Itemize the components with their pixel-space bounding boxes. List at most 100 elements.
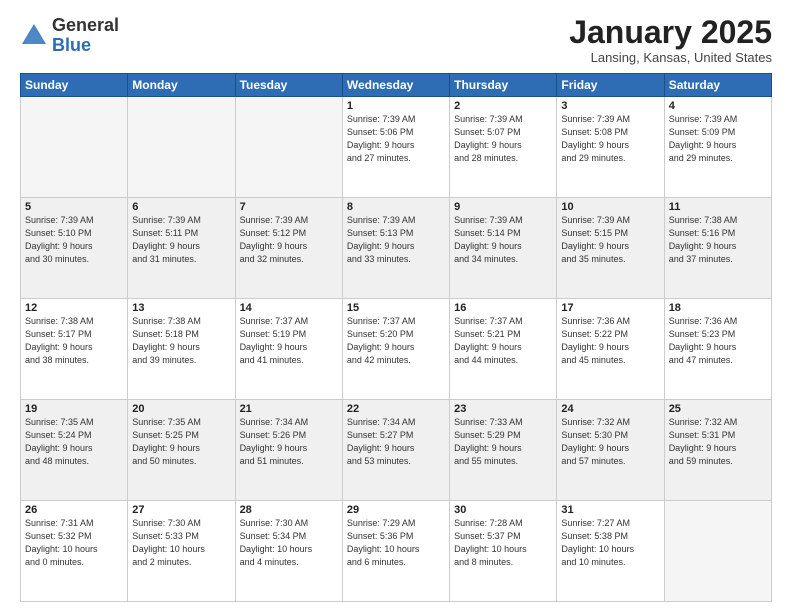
day-info: Sunrise: 7:31 AM Sunset: 5:32 PM Dayligh… <box>25 517 123 569</box>
weekday-header-tuesday: Tuesday <box>235 74 342 97</box>
week-row-1: 1Sunrise: 7:39 AM Sunset: 5:06 PM Daylig… <box>21 97 772 198</box>
day-number: 9 <box>454 201 552 213</box>
day-cell: 8Sunrise: 7:39 AM Sunset: 5:13 PM Daylig… <box>342 198 449 299</box>
day-info: Sunrise: 7:28 AM Sunset: 5:37 PM Dayligh… <box>454 517 552 569</box>
day-number: 14 <box>240 302 338 314</box>
weekday-header-saturday: Saturday <box>664 74 771 97</box>
day-info: Sunrise: 7:39 AM Sunset: 5:14 PM Dayligh… <box>454 214 552 266</box>
day-number: 24 <box>561 403 659 415</box>
day-number: 31 <box>561 504 659 516</box>
month-title: January 2025 <box>569 16 772 48</box>
day-cell <box>235 97 342 198</box>
day-cell <box>128 97 235 198</box>
day-cell: 22Sunrise: 7:34 AM Sunset: 5:27 PM Dayli… <box>342 400 449 501</box>
day-number: 4 <box>669 100 767 112</box>
day-cell: 25Sunrise: 7:32 AM Sunset: 5:31 PM Dayli… <box>664 400 771 501</box>
day-number: 16 <box>454 302 552 314</box>
day-info: Sunrise: 7:37 AM Sunset: 5:21 PM Dayligh… <box>454 315 552 367</box>
day-cell: 29Sunrise: 7:29 AM Sunset: 5:36 PM Dayli… <box>342 501 449 602</box>
location: Lansing, Kansas, United States <box>569 50 772 65</box>
week-row-5: 26Sunrise: 7:31 AM Sunset: 5:32 PM Dayli… <box>21 501 772 602</box>
day-number: 10 <box>561 201 659 213</box>
day-cell: 11Sunrise: 7:38 AM Sunset: 5:16 PM Dayli… <box>664 198 771 299</box>
day-number: 5 <box>25 201 123 213</box>
day-cell: 12Sunrise: 7:38 AM Sunset: 5:17 PM Dayli… <box>21 299 128 400</box>
day-number: 20 <box>132 403 230 415</box>
week-row-4: 19Sunrise: 7:35 AM Sunset: 5:24 PM Dayli… <box>21 400 772 501</box>
day-cell: 1Sunrise: 7:39 AM Sunset: 5:06 PM Daylig… <box>342 97 449 198</box>
day-number: 28 <box>240 504 338 516</box>
day-cell: 6Sunrise: 7:39 AM Sunset: 5:11 PM Daylig… <box>128 198 235 299</box>
week-row-2: 5Sunrise: 7:39 AM Sunset: 5:10 PM Daylig… <box>21 198 772 299</box>
day-info: Sunrise: 7:37 AM Sunset: 5:20 PM Dayligh… <box>347 315 445 367</box>
day-number: 27 <box>132 504 230 516</box>
day-info: Sunrise: 7:39 AM Sunset: 5:06 PM Dayligh… <box>347 113 445 165</box>
day-cell: 28Sunrise: 7:30 AM Sunset: 5:34 PM Dayli… <box>235 501 342 602</box>
day-number: 13 <box>132 302 230 314</box>
day-cell: 20Sunrise: 7:35 AM Sunset: 5:25 PM Dayli… <box>128 400 235 501</box>
weekday-header-thursday: Thursday <box>450 74 557 97</box>
day-cell: 2Sunrise: 7:39 AM Sunset: 5:07 PM Daylig… <box>450 97 557 198</box>
day-number: 25 <box>669 403 767 415</box>
day-cell: 31Sunrise: 7:27 AM Sunset: 5:38 PM Dayli… <box>557 501 664 602</box>
weekday-header-monday: Monday <box>128 74 235 97</box>
day-number: 26 <box>25 504 123 516</box>
day-info: Sunrise: 7:35 AM Sunset: 5:25 PM Dayligh… <box>132 416 230 468</box>
weekday-header-friday: Friday <box>557 74 664 97</box>
day-number: 12 <box>25 302 123 314</box>
day-cell: 21Sunrise: 7:34 AM Sunset: 5:26 PM Dayli… <box>235 400 342 501</box>
day-info: Sunrise: 7:39 AM Sunset: 5:13 PM Dayligh… <box>347 214 445 266</box>
day-cell <box>664 501 771 602</box>
day-number: 11 <box>669 201 767 213</box>
day-cell: 17Sunrise: 7:36 AM Sunset: 5:22 PM Dayli… <box>557 299 664 400</box>
day-info: Sunrise: 7:39 AM Sunset: 5:15 PM Dayligh… <box>561 214 659 266</box>
day-number: 23 <box>454 403 552 415</box>
title-block: January 2025 Lansing, Kansas, United Sta… <box>569 16 772 65</box>
logo-icon <box>20 22 48 50</box>
header: General Blue January 2025 Lansing, Kansa… <box>20 16 772 65</box>
day-info: Sunrise: 7:27 AM Sunset: 5:38 PM Dayligh… <box>561 517 659 569</box>
day-number: 29 <box>347 504 445 516</box>
day-info: Sunrise: 7:38 AM Sunset: 5:16 PM Dayligh… <box>669 214 767 266</box>
logo-text: General Blue <box>52 16 119 56</box>
day-number: 21 <box>240 403 338 415</box>
day-info: Sunrise: 7:36 AM Sunset: 5:22 PM Dayligh… <box>561 315 659 367</box>
day-info: Sunrise: 7:32 AM Sunset: 5:30 PM Dayligh… <box>561 416 659 468</box>
day-cell: 27Sunrise: 7:30 AM Sunset: 5:33 PM Dayli… <box>128 501 235 602</box>
logo: General Blue <box>20 16 119 56</box>
day-cell: 23Sunrise: 7:33 AM Sunset: 5:29 PM Dayli… <box>450 400 557 501</box>
day-number: 30 <box>454 504 552 516</box>
weekday-header-sunday: Sunday <box>21 74 128 97</box>
day-info: Sunrise: 7:34 AM Sunset: 5:27 PM Dayligh… <box>347 416 445 468</box>
day-cell: 15Sunrise: 7:37 AM Sunset: 5:20 PM Dayli… <box>342 299 449 400</box>
day-cell: 14Sunrise: 7:37 AM Sunset: 5:19 PM Dayli… <box>235 299 342 400</box>
day-number: 2 <box>454 100 552 112</box>
day-cell: 19Sunrise: 7:35 AM Sunset: 5:24 PM Dayli… <box>21 400 128 501</box>
day-info: Sunrise: 7:39 AM Sunset: 5:10 PM Dayligh… <box>25 214 123 266</box>
day-info: Sunrise: 7:39 AM Sunset: 5:07 PM Dayligh… <box>454 113 552 165</box>
day-info: Sunrise: 7:39 AM Sunset: 5:09 PM Dayligh… <box>669 113 767 165</box>
day-info: Sunrise: 7:35 AM Sunset: 5:24 PM Dayligh… <box>25 416 123 468</box>
weekday-header-row: SundayMondayTuesdayWednesdayThursdayFrid… <box>21 74 772 97</box>
day-info: Sunrise: 7:38 AM Sunset: 5:18 PM Dayligh… <box>132 315 230 367</box>
day-info: Sunrise: 7:39 AM Sunset: 5:11 PM Dayligh… <box>132 214 230 266</box>
day-number: 1 <box>347 100 445 112</box>
day-cell: 3Sunrise: 7:39 AM Sunset: 5:08 PM Daylig… <box>557 97 664 198</box>
calendar: SundayMondayTuesdayWednesdayThursdayFrid… <box>20 73 772 602</box>
page: General Blue January 2025 Lansing, Kansa… <box>0 0 792 612</box>
day-cell: 26Sunrise: 7:31 AM Sunset: 5:32 PM Dayli… <box>21 501 128 602</box>
day-info: Sunrise: 7:29 AM Sunset: 5:36 PM Dayligh… <box>347 517 445 569</box>
weekday-header-wednesday: Wednesday <box>342 74 449 97</box>
day-number: 6 <box>132 201 230 213</box>
day-info: Sunrise: 7:30 AM Sunset: 5:33 PM Dayligh… <box>132 517 230 569</box>
day-number: 3 <box>561 100 659 112</box>
day-number: 15 <box>347 302 445 314</box>
day-info: Sunrise: 7:30 AM Sunset: 5:34 PM Dayligh… <box>240 517 338 569</box>
day-cell: 10Sunrise: 7:39 AM Sunset: 5:15 PM Dayli… <box>557 198 664 299</box>
day-info: Sunrise: 7:37 AM Sunset: 5:19 PM Dayligh… <box>240 315 338 367</box>
day-info: Sunrise: 7:32 AM Sunset: 5:31 PM Dayligh… <box>669 416 767 468</box>
day-number: 8 <box>347 201 445 213</box>
day-cell: 7Sunrise: 7:39 AM Sunset: 5:12 PM Daylig… <box>235 198 342 299</box>
day-cell: 30Sunrise: 7:28 AM Sunset: 5:37 PM Dayli… <box>450 501 557 602</box>
day-info: Sunrise: 7:39 AM Sunset: 5:08 PM Dayligh… <box>561 113 659 165</box>
